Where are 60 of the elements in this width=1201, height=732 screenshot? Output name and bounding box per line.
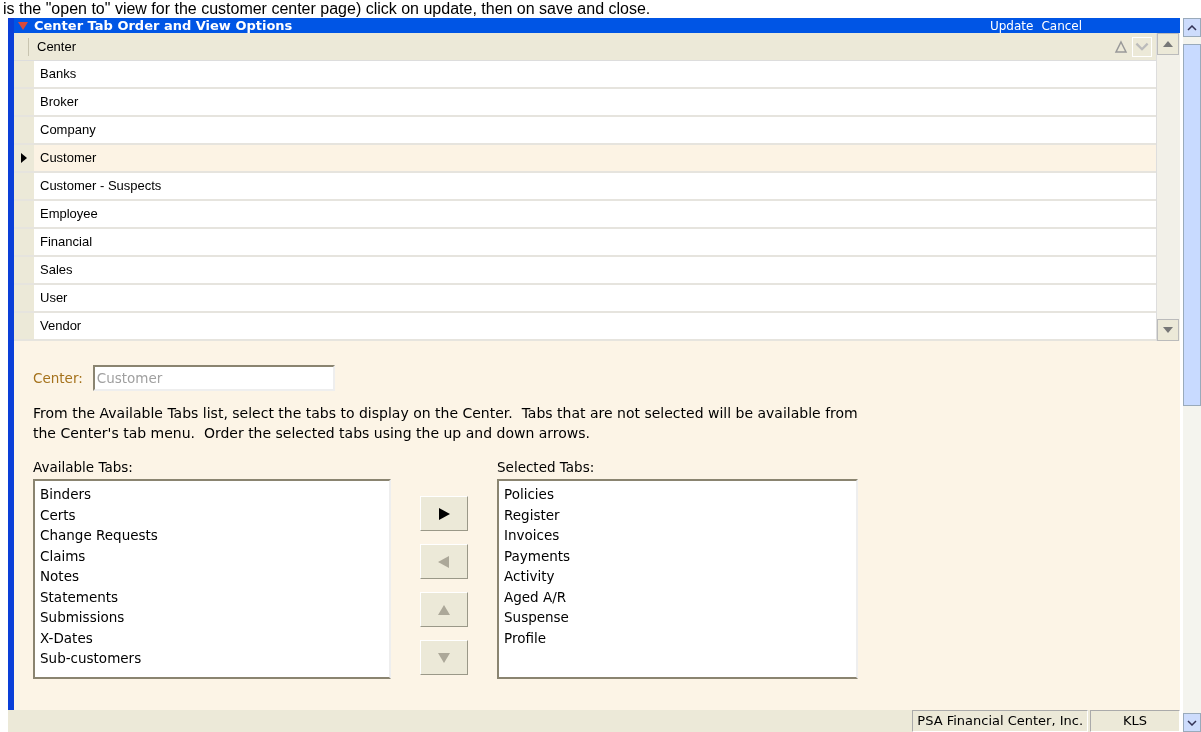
grid-cell-text: Banks	[39, 65, 78, 83]
list-item[interactable]: Policies	[504, 484, 851, 505]
collapse-arrow-icon	[18, 21, 28, 30]
scroll-up-icon	[1163, 41, 1174, 47]
column-header[interactable]: Center	[28, 37, 1115, 56]
list-item[interactable]: Register	[504, 504, 851, 525]
list-item[interactable]: Payments	[504, 545, 851, 566]
status-text: KLS	[1090, 710, 1181, 732]
row-pointer-icon	[21, 153, 27, 163]
action-link[interactable]: Update	[989, 18, 1034, 33]
move-right-button[interactable]	[420, 496, 468, 531]
list-item[interactable]: Change Requests	[40, 525, 384, 546]
grid-row[interactable]: Vendor	[14, 313, 1157, 341]
list-item[interactable]: Notes	[40, 566, 384, 587]
page-scrollbar[interactable]	[1183, 18, 1201, 732]
caption-text: is the "open to" view for the customer center page) click on update, then on save and close.	[2, 0, 652, 18]
list-item[interactable]: Suspense	[504, 607, 851, 628]
action-link[interactable]: Cancel	[1041, 18, 1083, 33]
row-header[interactable]	[14, 145, 34, 171]
window-title: Center Tab Order and View Options	[34, 19, 294, 32]
sort-button[interactable]	[1132, 36, 1153, 57]
triangle-down-icon	[437, 650, 451, 665]
instructions-text: From the Available Tabs list, select the tabs to display on the Center. Tabs that are not selected will be available from the Center's tab menu. Order the selected tabs using the up and down arrows.	[33, 404, 859, 443]
list-item[interactable]: Aged A/R	[504, 586, 851, 607]
triangle-right-icon	[437, 506, 451, 521]
list-item[interactable]: Certs	[40, 504, 384, 525]
list-label: Selected Tabs:	[497, 459, 596, 477]
scroll-down-icon	[1163, 327, 1174, 333]
list-label: Available Tabs:	[33, 459, 134, 477]
list-item[interactable]: Invoices	[504, 525, 851, 546]
grid-cell-text: Employee	[39, 205, 99, 223]
grid-cell-text: Company	[39, 121, 97, 139]
list-item[interactable]: Activity	[504, 566, 851, 587]
sort-icon	[1114, 39, 1129, 54]
grid-cell-text: Financial	[39, 233, 94, 251]
grid-cell-text: Customer - Suspects	[39, 177, 163, 195]
grid-row[interactable]: Financial	[14, 229, 1157, 257]
list-item[interactable]: Sub-customers	[40, 648, 384, 669]
list-item[interactable]: Claims	[40, 545, 384, 566]
grid-row[interactable]: Sales	[14, 257, 1157, 285]
status-text: PSA Financial Center, Inc.	[912, 710, 1089, 732]
grid-cell-text: Broker	[39, 93, 80, 111]
list-item[interactable]: X-Dates	[40, 627, 384, 648]
grid-cell-text: Sales	[39, 261, 74, 279]
list-item[interactable]: Profile	[504, 627, 851, 648]
scroll-up-icon	[1187, 24, 1198, 31]
grid-row[interactable]: User	[14, 285, 1157, 313]
scroll-down-icon	[1187, 719, 1198, 726]
scrollbar[interactable]	[1156, 33, 1181, 341]
list-item[interactable]: Binders	[40, 484, 384, 505]
triangle-left-icon	[437, 554, 451, 569]
list-item[interactable]: Submissions	[40, 607, 384, 628]
grid-row[interactable]: Broker	[14, 89, 1157, 117]
field-label: Center:	[33, 370, 83, 386]
grid-row[interactable]: Customer - Suspects	[14, 173, 1157, 201]
grid-cell-text: Vendor	[39, 317, 83, 335]
grid-row[interactable]: Employee	[14, 201, 1157, 229]
grid-row[interactable]: Banks	[14, 61, 1157, 89]
grid-cell-text: User	[39, 289, 69, 307]
list-item[interactable]: Statements	[40, 586, 384, 607]
